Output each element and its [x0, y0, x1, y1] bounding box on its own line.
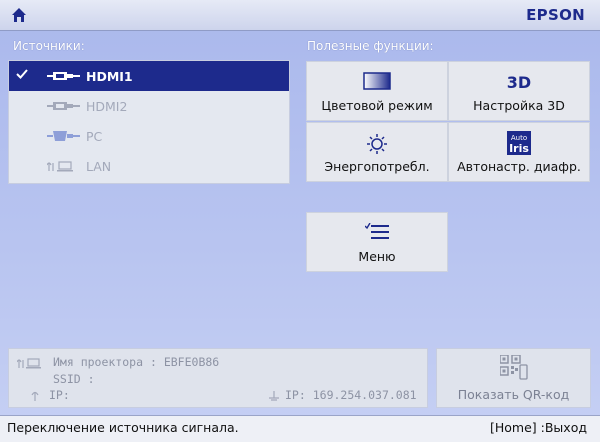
source-label-lan: LAN: [86, 159, 112, 174]
ssid-label: SSID :: [53, 372, 95, 386]
wired-ip-value: 169.254.037.081: [312, 388, 417, 402]
source-label-hdmi2: HDMI2: [86, 99, 128, 114]
auto-iris-button[interactable]: Auto Iris Автонастр. диафр.: [448, 122, 590, 182]
auto-iris-label: Автонастр. диафр.: [457, 159, 581, 174]
hdmi-icon: [47, 72, 80, 80]
source-item-hdmi1[interactable]: HDMI1: [9, 61, 289, 91]
hdmi-icon: [47, 102, 80, 110]
source-list: HDMI1 HDMI2 PC LAN: [8, 60, 290, 184]
status-bar: Переключение источника сигнала. [Home] :…: [0, 415, 600, 442]
qr-code-icon: [500, 355, 528, 380]
color-mode-button[interactable]: Цветовой режим: [306, 61, 448, 121]
3d-icon-text: 3D: [507, 73, 531, 92]
show-qr-code-label: Показать QR-код: [457, 387, 570, 402]
menu-label: Меню: [358, 249, 396, 264]
color-mode-label: Цветовой режим: [321, 98, 433, 113]
wireless-ip-label: IP:: [49, 388, 70, 402]
projector-name-separator: :: [149, 355, 157, 369]
exit-hint: [Home] :Выход: [490, 420, 587, 435]
wired-ip-label: IP:: [285, 388, 306, 402]
checkmark-icon: [16, 69, 28, 79]
source-label-hdmi1: HDMI1: [86, 69, 133, 84]
power-consumption-icon: [367, 134, 387, 154]
power-consumption-button[interactable]: Энергопотребл.: [306, 122, 448, 182]
wired-lan-icon: [269, 391, 279, 401]
auto-iris-icon: Auto Iris: [507, 131, 531, 155]
projector-info-panel: Имя проектора : EBFE0B86 SSID : IP: IP: …: [8, 348, 428, 408]
sources-title: Источники:: [13, 39, 85, 53]
source-label-pc: PC: [86, 129, 103, 144]
power-consumption-label: Энергопотребл.: [324, 159, 430, 174]
status-message: Переключение источника сигнала.: [7, 420, 239, 435]
menu-button[interactable]: Меню: [306, 212, 448, 272]
projector-name-label: Имя проектора: [53, 355, 144, 369]
network-icon: [47, 161, 73, 172]
network-icon: [17, 358, 41, 369]
3d-setup-button[interactable]: 3D Настройка 3D: [448, 61, 590, 121]
features-title: Полезные функции:: [307, 39, 434, 53]
source-item-lan[interactable]: LAN: [9, 151, 289, 181]
source-item-hdmi2[interactable]: HDMI2: [9, 91, 289, 121]
menu-list-icon: [365, 223, 389, 239]
color-mode-icon: [363, 72, 391, 90]
projector-name-value: EBFE0B86: [163, 355, 220, 369]
wireless-icon: [31, 391, 39, 401]
source-item-pc[interactable]: PC: [9, 121, 289, 151]
home-icon[interactable]: [11, 7, 27, 23]
epson-logo: EPSON: [526, 6, 585, 24]
auto-iris-icon-bottom: Iris: [509, 142, 529, 155]
3d-setup-label: Настройка 3D: [473, 98, 565, 113]
3d-icon: 3D: [507, 73, 531, 92]
vga-icon: [47, 131, 80, 141]
top-bar: EPSON: [0, 0, 600, 31]
show-qr-code-button[interactable]: Показать QR-код: [436, 348, 591, 408]
auto-iris-icon-top: Auto: [511, 134, 527, 142]
